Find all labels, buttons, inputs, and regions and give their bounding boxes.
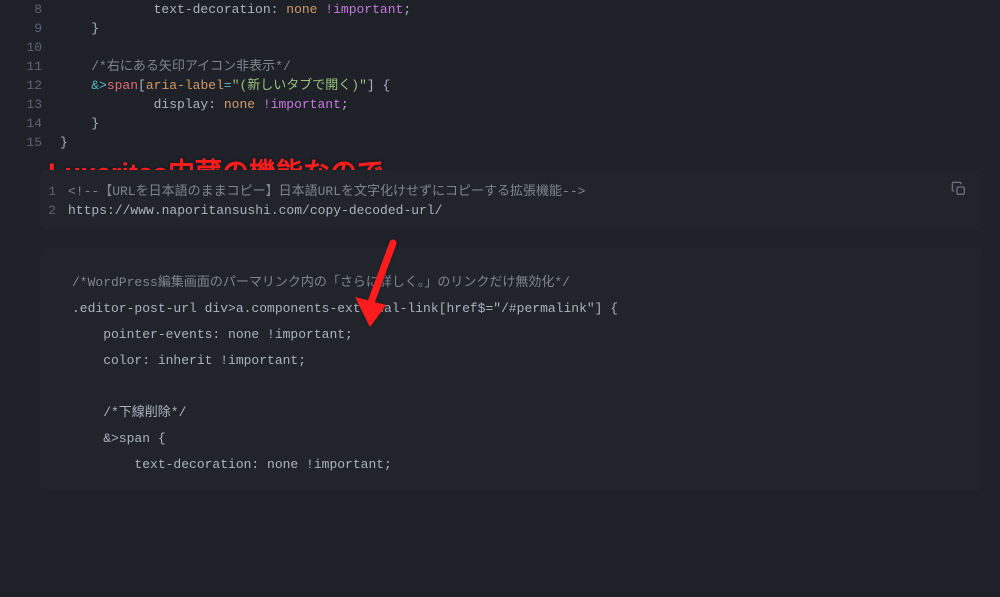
code-line: } (60, 114, 1000, 133)
line-number: 14 (0, 114, 42, 133)
copy-icon (951, 181, 967, 197)
code-line: /*下線削除*/ (72, 400, 982, 426)
line-number: 1 (40, 182, 56, 201)
code-area[interactable]: text-decoration: none !important; } /*右に… (60, 0, 1000, 152)
code-line: &>span[aria-label="(新しいタブで開く)"] { (60, 76, 1000, 95)
line-number: 2 (40, 201, 56, 220)
code-line (60, 38, 1000, 57)
code-line: pointer-events: none !important; (72, 322, 982, 348)
copy-button[interactable] (946, 176, 972, 202)
code-line: color: inherit !important; (72, 348, 982, 374)
code-line: &>span { (72, 426, 982, 452)
code-line: https://www.naporitansushi.com/copy-deco… (68, 201, 982, 220)
line-number: 9 (0, 19, 42, 38)
code-line: /*右にある矢印アイコン非表示*/ (60, 57, 1000, 76)
code-line: } (60, 19, 1000, 38)
code-line: } (60, 133, 1000, 152)
code-panel-bottom[interactable]: /*WordPress編集画面のパーマリンク内の「さらに詳しく。」のリンクだけ無… (40, 248, 982, 490)
code-panel-middle: 12 <!--【URLを日本語のままコピー】日本語URLを文字化けせずにコピーす… (40, 170, 982, 230)
code-line (72, 374, 982, 400)
line-number: 10 (0, 38, 42, 57)
line-number: 12 (0, 76, 42, 95)
code-area[interactable]: <!--【URLを日本語のままコピー】日本語URLを文字化けせずにコピーする拡張… (68, 182, 982, 220)
code-line: text-decoration: none !important; (60, 0, 1000, 19)
line-number: 15 (0, 133, 42, 152)
line-number: 8 (0, 0, 42, 19)
line-gutter: 89101112131415 (0, 0, 60, 152)
line-number: 13 (0, 95, 42, 114)
line-gutter: 12 (40, 182, 68, 220)
code-line: text-decoration: none !important; (72, 452, 982, 478)
code-line: /*WordPress編集画面のパーマリンク内の「さらに詳しく。」のリンクだけ無… (72, 270, 982, 296)
code-line: .editor-post-url div>a.components-extern… (72, 296, 982, 322)
code-editor-top: 89101112131415 text-decoration: none !im… (0, 0, 1000, 158)
code-line: display: none !important; (60, 95, 1000, 114)
code-line: <!--【URLを日本語のままコピー】日本語URLを文字化けせずにコピーする拡張… (68, 182, 982, 201)
line-number: 11 (0, 57, 42, 76)
